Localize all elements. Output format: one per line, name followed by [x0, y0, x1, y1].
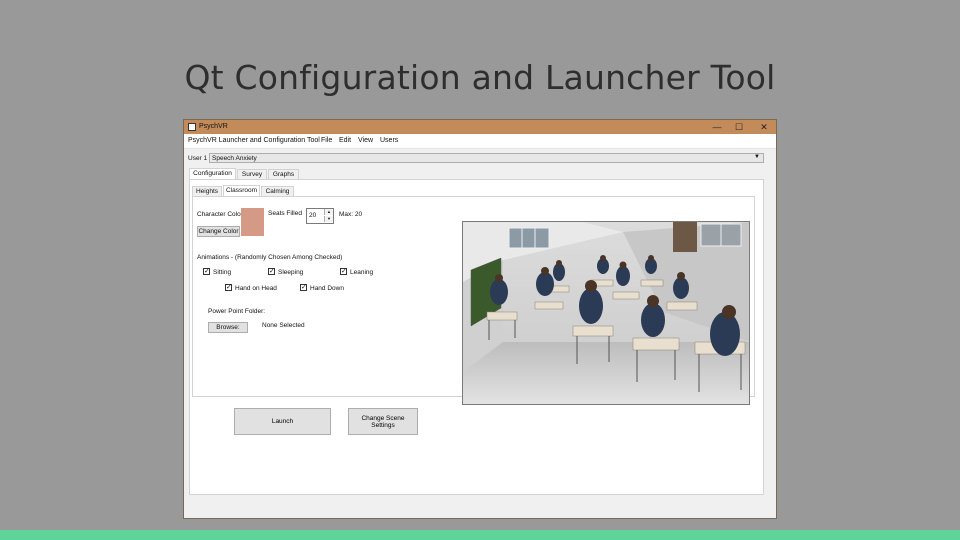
menu-users[interactable]: Users	[380, 137, 398, 144]
app-icon	[188, 123, 196, 131]
checkbox-hand-on-head-label: Hand on Head	[235, 285, 277, 292]
menu-app-label[interactable]: PsychVR Launcher and Configuration Tool	[188, 137, 320, 144]
checkbox-sitting[interactable]: ✓	[203, 268, 210, 275]
browse-button[interactable]: Browse:	[208, 322, 248, 333]
scenario-select-value: Speech Anxiety	[212, 155, 257, 162]
change-scene-settings-button[interactable]: Change Scene Settings	[348, 408, 418, 435]
tab-graphs[interactable]: Graphs	[268, 169, 299, 179]
character-color-swatch	[241, 208, 264, 236]
character-color-label: Character Color	[197, 211, 243, 218]
seats-filled-value: 20	[309, 212, 317, 219]
folder-status: None Selected	[262, 322, 305, 329]
window-titlebar[interactable]: PsychVR — ☐ ✕	[184, 120, 776, 134]
chevron-down-icon: ▼	[754, 154, 760, 160]
tab-heights[interactable]: Heights	[192, 186, 222, 196]
tab-survey[interactable]: Survey	[237, 169, 267, 179]
animations-heading: Animations - (Randomly Chosen Among Chec…	[197, 254, 343, 261]
classroom-panel: Character Color Change Color Seats Fille…	[192, 196, 755, 405]
tab-configuration[interactable]: Configuration	[189, 168, 236, 179]
close-button[interactable]: ✕	[754, 121, 774, 133]
tab-classroom[interactable]: Classroom	[223, 185, 260, 196]
user-label: User 1	[188, 155, 208, 162]
slide-title: Qt Configuration and Launcher Tool	[184, 58, 776, 97]
seats-filled-spinbox[interactable]: 20 ▲ ▼	[306, 208, 334, 224]
configuration-panel: Heights Classroom Calming Character Colo…	[189, 179, 764, 495]
maximize-button[interactable]: ☐	[729, 121, 749, 133]
accent-bar	[0, 530, 960, 540]
window-title: PsychVR	[199, 123, 228, 130]
menu-view[interactable]: View	[358, 137, 373, 144]
menu-edit[interactable]: Edit	[339, 137, 351, 144]
checkbox-hand-on-head[interactable]: ✓	[225, 284, 232, 291]
checkbox-sleeping[interactable]: ✓	[268, 268, 275, 275]
scenario-select[interactable]: Speech Anxiety ▼	[209, 153, 764, 163]
power-point-folder-label: Power Point Folder:	[208, 308, 266, 315]
tab-calming[interactable]: Calming	[261, 186, 294, 196]
spin-up-icon[interactable]: ▲	[324, 209, 333, 215]
app-window: PsychVR — ☐ ✕ PsychVR Launcher and Confi…	[183, 119, 777, 519]
spin-down-icon[interactable]: ▼	[324, 216, 333, 222]
menu-bar: PsychVR Launcher and Configuration Tool …	[184, 134, 776, 149]
checkbox-leaning[interactable]: ✓	[340, 268, 347, 275]
checkbox-leaning-label: Leaning	[350, 269, 374, 276]
classroom-preview-image	[462, 221, 750, 405]
launch-button[interactable]: Launch	[234, 408, 331, 435]
change-color-button[interactable]: Change Color	[197, 226, 240, 237]
minimize-button[interactable]: —	[707, 121, 727, 133]
checkbox-sitting-label: Sitting	[213, 269, 232, 276]
seats-filled-label: Seats Filled	[268, 210, 302, 217]
menu-file[interactable]: File	[321, 137, 332, 144]
checkbox-sleeping-label: Sleeping	[278, 269, 304, 276]
seats-max-label: Max: 20	[339, 211, 363, 218]
checkbox-hand-down[interactable]: ✓	[300, 284, 307, 291]
checkbox-hand-down-label: Hand Down	[310, 285, 344, 292]
